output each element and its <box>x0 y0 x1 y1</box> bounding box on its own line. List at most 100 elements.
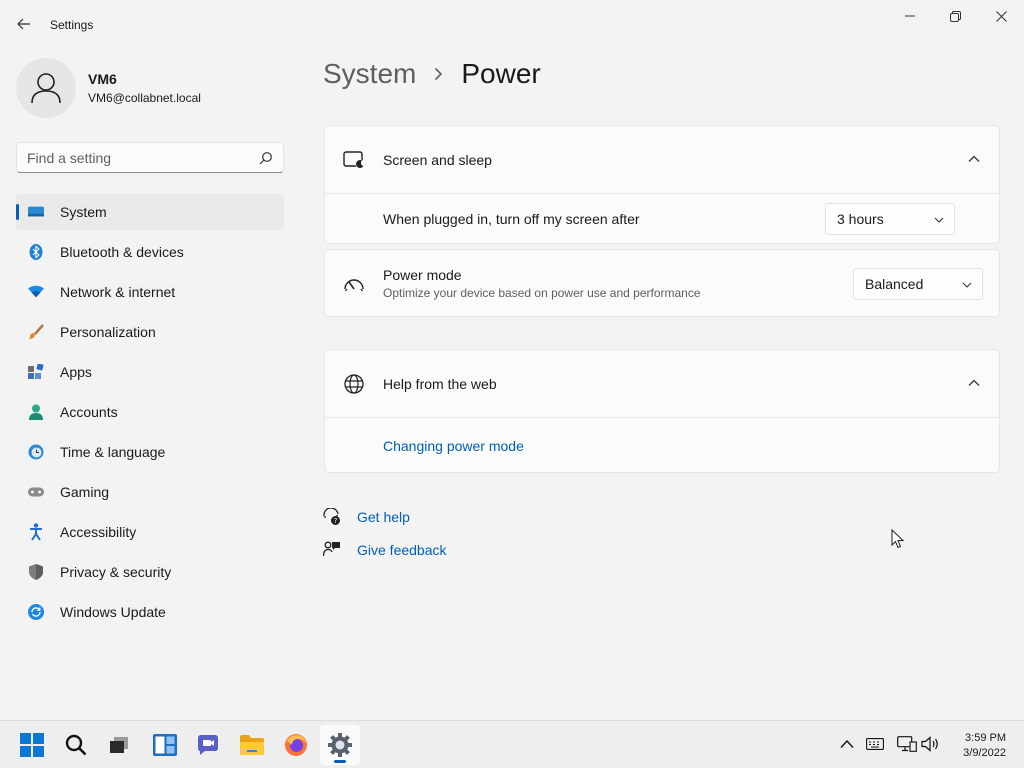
network-status-button[interactable] <box>896 733 918 755</box>
firefox-icon <box>285 734 307 756</box>
task-view-button[interactable] <box>99 725 139 765</box>
power-mode-dropdown[interactable]: Balanced <box>853 268 983 300</box>
screen-timeout-value: 3 hours <box>837 211 884 227</box>
sidebar-item-gaming[interactable]: Gaming <box>16 474 284 510</box>
settings-taskbar-button[interactable] <box>320 725 360 765</box>
help-web-header[interactable]: Help from the web <box>325 350 999 417</box>
power-mode-value: Balanced <box>865 276 924 292</box>
restore-icon <box>949 10 961 22</box>
help-web-title: Help from the web <box>383 375 497 392</box>
sidebar-item-system[interactable]: System <box>16 194 284 230</box>
help-web-card: Help from the web Changing power mode <box>324 349 1000 473</box>
gear-icon <box>328 733 352 757</box>
screen-sleep-icon <box>343 149 365 171</box>
chevron-up-icon[interactable] <box>967 376 981 390</box>
chevron-right-icon <box>434 67 443 81</box>
screen-sleep-title: Screen and sleep <box>383 151 492 168</box>
shield-icon <box>28 564 44 580</box>
power-mode-card: Power mode Optimize your device based on… <box>324 249 1000 317</box>
sidebar-item-network[interactable]: Network & internet <box>16 274 284 310</box>
update-icon <box>28 604 44 620</box>
back-button[interactable] <box>8 8 40 40</box>
title-bar: Settings <box>0 0 1024 48</box>
apps-icon <box>28 364 44 380</box>
wifi-icon <box>28 284 44 300</box>
close-button[interactable] <box>978 0 1024 32</box>
sidebar-item-label: Bluetooth & devices <box>60 244 184 260</box>
changing-power-mode-link[interactable]: Changing power mode <box>383 438 524 454</box>
screen-timeout-label: When plugged in, turn off my screen afte… <box>383 210 640 227</box>
chevron-up-icon[interactable] <box>967 152 981 166</box>
sidebar-item-label: Accounts <box>60 404 118 420</box>
give-feedback-item[interactable]: Give feedback <box>323 539 447 561</box>
search-icon <box>65 734 87 756</box>
power-mode-title: Power mode <box>383 267 462 283</box>
sidebar-item-apps[interactable]: Apps <box>16 354 284 390</box>
sidebar-item-label: Personalization <box>60 324 156 340</box>
power-mode-icon <box>343 273 365 295</box>
give-feedback-link[interactable]: Give feedback <box>357 542 447 558</box>
chat-button[interactable] <box>188 725 228 765</box>
search-box[interactable] <box>16 142 284 173</box>
sidebar-item-label: Network & internet <box>60 284 176 300</box>
close-icon <box>995 10 1007 22</box>
page-title: Power <box>461 58 541 89</box>
start-button[interactable] <box>12 725 52 765</box>
chevron-down-icon <box>962 282 972 288</box>
globe-icon <box>343 373 365 395</box>
screen-sleep-header[interactable]: Screen and sleep <box>325 126 999 193</box>
get-help-link[interactable]: Get help <box>357 509 410 525</box>
chevron-down-icon <box>934 217 944 223</box>
maximize-button[interactable] <box>932 0 978 32</box>
search-input[interactable] <box>17 143 283 172</box>
keyboard-button[interactable] <box>864 733 886 755</box>
show-hidden-icons-button[interactable] <box>836 733 858 755</box>
mouse-cursor-icon <box>891 529 904 549</box>
help-web-links: Changing power mode <box>325 417 999 473</box>
file-explorer-button[interactable] <box>232 725 272 765</box>
screen-timeout-dropdown[interactable]: 3 hours <box>825 203 955 235</box>
user-profile[interactable]: VM6 VM6@collabnet.local <box>16 58 201 118</box>
sidebar-item-label: Accessibility <box>60 524 137 540</box>
sidebar-item-label: Gaming <box>60 484 110 500</box>
active-app-indicator <box>334 760 346 763</box>
accounts-icon <box>28 404 44 420</box>
network-icon <box>897 736 917 752</box>
sidebar-item-accessibility[interactable]: Accessibility <box>16 514 284 550</box>
screen-timeout-row: When plugged in, turn off my screen afte… <box>325 193 999 243</box>
sidebar-item-label: Time & language <box>60 444 166 460</box>
svg-text:?: ? <box>334 517 338 525</box>
sidebar-item-label: Apps <box>60 364 92 380</box>
breadcrumb-parent[interactable]: System <box>323 58 416 90</box>
sidebar-item-bluetooth[interactable]: Bluetooth & devices <box>16 234 284 270</box>
system-icon <box>28 204 44 220</box>
get-help-item[interactable]: ? Get help <box>323 506 447 528</box>
keyboard-icon <box>866 738 884 750</box>
app-title: Settings <box>50 18 94 32</box>
taskbar-search-button[interactable] <box>56 725 96 765</box>
get-help-icon: ? <box>323 508 341 526</box>
widgets-button[interactable] <box>145 725 185 765</box>
task-view-icon <box>110 737 128 753</box>
firefox-button[interactable] <box>276 725 316 765</box>
sidebar-item-label: Windows Update <box>60 604 166 620</box>
widgets-icon <box>153 734 177 756</box>
sidebar-item-personalization[interactable]: Personalization <box>16 314 284 350</box>
sidebar-item-label: Privacy & security <box>60 564 172 580</box>
sidebar-item-accounts[interactable]: Accounts <box>16 394 284 430</box>
sidebar-item-windows-update[interactable]: Windows Update <box>16 594 284 630</box>
power-mode-row: Power mode Optimize your device based on… <box>325 250 999 317</box>
profile-name: VM6 <box>88 71 117 87</box>
profile-email: VM6@collabnet.local <box>88 91 201 105</box>
gamepad-icon <box>28 484 44 500</box>
search-icon[interactable] <box>259 151 273 165</box>
breadcrumb: System Power <box>323 58 541 90</box>
minimize-button[interactable] <box>887 0 933 32</box>
sidebar-item-time-language[interactable]: Time & language <box>16 434 284 470</box>
volume-icon <box>921 736 938 752</box>
sidebar-item-privacy[interactable]: Privacy & security <box>16 554 284 590</box>
volume-button[interactable] <box>920 733 942 755</box>
windows-logo-icon <box>20 733 44 757</box>
bluetooth-icon <box>28 244 44 260</box>
clock[interactable]: 3:59 PM 3/9/2022 <box>963 731 1006 761</box>
